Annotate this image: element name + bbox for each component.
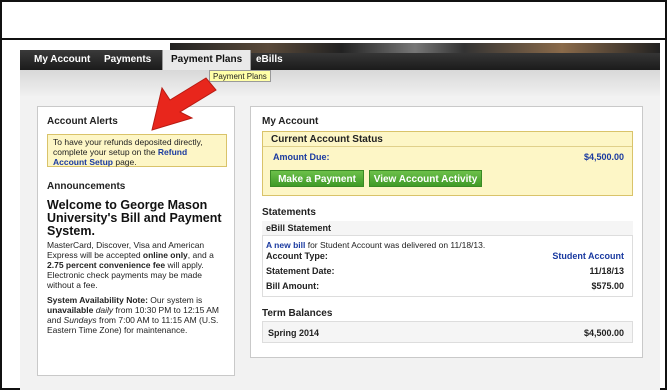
availability-label: System Availability Note: bbox=[47, 295, 148, 305]
statement-date-value: 11/18/13 bbox=[589, 266, 624, 276]
new-bill-link[interactable]: A new bill bbox=[266, 240, 305, 250]
announcements-title: Announcements bbox=[47, 181, 126, 192]
term-balances-title: Term Balances bbox=[262, 308, 333, 319]
nav-tab-ebills[interactable]: eBills bbox=[256, 50, 283, 70]
payment-methods-text: MasterCard, Discover, Visa and American … bbox=[47, 240, 229, 290]
bill-amount-value: $575.00 bbox=[591, 281, 624, 291]
make-payment-button[interactable]: Make a Payment bbox=[270, 170, 364, 187]
alert-text-after: page. bbox=[112, 157, 137, 167]
nav-tab-payments[interactable]: Payments bbox=[104, 50, 151, 70]
ebill-statement-title: eBill Statement bbox=[262, 221, 633, 236]
p1-fee: 2.75 percent convenience fee bbox=[47, 260, 166, 270]
statements-title: Statements bbox=[262, 207, 316, 218]
view-account-activity-button[interactable]: View Account Activity bbox=[369, 170, 482, 187]
account-alerts-title: Account Alerts bbox=[47, 116, 118, 127]
announcement-headline: Welcome to George Mason University's Bil… bbox=[47, 198, 222, 238]
account-type-value: Student Account bbox=[552, 251, 624, 261]
statement-date-label: Statement Date: bbox=[266, 266, 335, 276]
availability-note: System Availability Note: Our system is … bbox=[47, 295, 229, 335]
new-bill-notice: A new bill for Student Account was deliv… bbox=[266, 240, 485, 250]
p1-text-b: , and a bbox=[187, 250, 214, 260]
amount-due-value: $4,500.00 bbox=[583, 152, 624, 162]
p2-sundays: Sundays bbox=[63, 315, 97, 325]
nav-tab-payment-plans[interactable]: Payment Plans bbox=[162, 50, 252, 70]
sub-nav-bar bbox=[20, 70, 660, 96]
p1-online-only: online only bbox=[142, 250, 188, 260]
new-bill-text: for Student Account was delivered on 11/… bbox=[305, 240, 486, 250]
p2-unavailable: unavailable bbox=[47, 305, 94, 315]
current-account-status-title: Current Account Status bbox=[263, 132, 632, 147]
red-arrow-annotation-icon bbox=[151, 77, 217, 131]
term-name: Spring 2014 bbox=[268, 328, 320, 338]
announcement-body: Welcome to George Mason University's Bil… bbox=[47, 198, 229, 336]
p2-daily: daily bbox=[95, 305, 114, 315]
nav-tab-my-account[interactable]: My Account bbox=[34, 50, 90, 70]
payment-plans-tooltip: Payment Plans bbox=[209, 70, 271, 82]
p2-text-a: Our system is bbox=[147, 295, 203, 305]
bill-amount-label: Bill Amount: bbox=[266, 281, 320, 291]
term-balance-value: $4,500.00 bbox=[583, 328, 624, 338]
account-alert-box: To have your refunds deposited directly,… bbox=[47, 134, 227, 167]
amount-due-label: Amount Due: bbox=[273, 152, 330, 162]
account-type-label: Account Type: bbox=[266, 251, 328, 261]
top-divider bbox=[0, 38, 667, 40]
my-account-title: My Account bbox=[262, 116, 319, 127]
